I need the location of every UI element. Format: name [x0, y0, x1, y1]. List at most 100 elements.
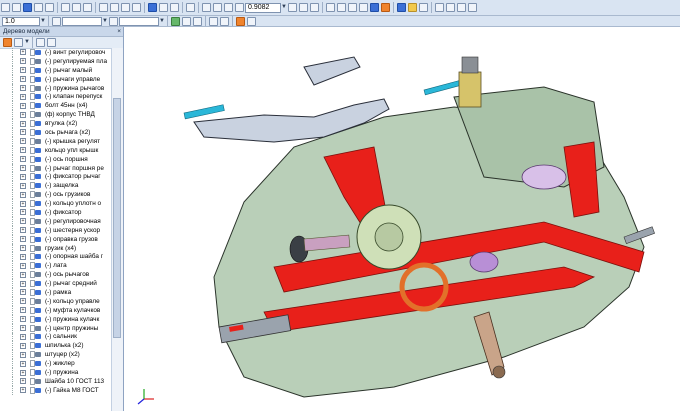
orientation-icon[interactable]: [310, 3, 319, 12]
print-icon[interactable]: [34, 3, 43, 12]
expand-icon[interactable]: +: [20, 289, 26, 296]
tree-item[interactable]: + (-) ось грузиков: [0, 190, 112, 200]
expand-icon[interactable]: +: [20, 49, 26, 56]
tree-item[interactable]: + (-) шестерня ускор: [0, 225, 112, 235]
library-icon[interactable]: [170, 3, 179, 12]
tree-item[interactable]: + (-) лата: [0, 261, 112, 271]
preview-icon[interactable]: [45, 3, 54, 12]
expand-icon[interactable]: +: [20, 342, 26, 349]
tree-item[interactable]: + (-) центр пружины: [0, 323, 112, 333]
tree-item[interactable]: + штуцер (x2): [0, 350, 112, 360]
expand-icon[interactable]: +: [20, 245, 26, 252]
expand-icon[interactable]: +: [20, 298, 26, 305]
tree-item[interactable]: + грузик (x4): [0, 243, 112, 253]
expand-icon[interactable]: +: [20, 333, 26, 340]
chevron-down-icon[interactable]: ▼: [102, 17, 108, 26]
chevron-down-icon[interactable]: ▼: [40, 17, 46, 26]
copy-icon[interactable]: [72, 3, 81, 12]
tree-item[interactable]: + (-) сальник: [0, 332, 112, 342]
expand-icon[interactable]: +: [20, 378, 26, 385]
expand-icon[interactable]: +: [20, 262, 26, 269]
tree-item[interactable]: + (-) кольцо управле: [0, 296, 112, 306]
zoom-fit-icon[interactable]: [235, 3, 244, 12]
expand-icon[interactable]: +: [20, 85, 26, 91]
tree-item[interactable]: + болт 45нн (x4): [0, 101, 112, 111]
tree-item[interactable]: + (-) пружина: [0, 368, 112, 377]
select-filter-icon[interactable]: [236, 16, 245, 26]
expand-icon[interactable]: +: [20, 129, 26, 136]
sketch-icon[interactable]: [182, 16, 191, 26]
edit-part-icon[interactable]: [171, 16, 180, 26]
zoom-in-icon[interactable]: [202, 3, 211, 12]
help-pointer-icon[interactable]: [186, 3, 195, 12]
expand-icon[interactable]: +: [20, 58, 26, 65]
expand-icon[interactable]: +: [20, 156, 26, 163]
tree-item[interactable]: + (-) оправка грузов: [0, 234, 112, 244]
expand-icon[interactable]: +: [20, 67, 26, 74]
close-icon[interactable]: ×: [117, 27, 123, 36]
tree-item[interactable]: + Шайба 10 ГОСТ 113: [0, 376, 112, 386]
cursor-icon[interactable]: [247, 16, 256, 26]
wireframe-icon[interactable]: [326, 3, 335, 12]
assembly-model[interactable]: [124, 27, 680, 411]
expand-icon[interactable]: +: [20, 191, 26, 198]
hidden-lines-icon[interactable]: [337, 3, 346, 12]
show-all-icon[interactable]: [209, 16, 218, 26]
expand-icon[interactable]: +: [20, 120, 26, 127]
expand-icon[interactable]: +: [20, 138, 26, 145]
tree-item[interactable]: + (-) пружина рычагов: [0, 83, 112, 93]
tree-item[interactable]: + (-) регулируемая пла: [0, 56, 112, 66]
tree-item[interactable]: + (-) рамка: [0, 288, 112, 297]
measure-icon[interactable]: [446, 3, 455, 12]
document-icon[interactable]: [36, 38, 45, 47]
tree-icon[interactable]: [457, 3, 466, 12]
tree-item[interactable]: + (-) опорная шайба г: [0, 252, 112, 262]
angle-field[interactable]: [62, 16, 102, 26]
perspective-icon[interactable]: [397, 3, 406, 12]
zoom-scale-field[interactable]: 0.9082: [245, 2, 281, 13]
tree-view-icon[interactable]: [14, 38, 23, 47]
no-hidden-icon[interactable]: [359, 3, 368, 12]
tree-item[interactable]: + (-) пружина кулачк: [0, 314, 112, 324]
tree-item[interactable]: + (-) винт регулировоч: [0, 48, 112, 57]
zoom-out-icon[interactable]: [213, 3, 222, 12]
tree-item[interactable]: + (-) рычаг поршня ре: [0, 163, 112, 173]
settings-icon[interactable]: [468, 3, 477, 12]
expand-icon[interactable]: +: [20, 307, 26, 314]
tree-item[interactable]: + (-) рычаг малый: [0, 65, 112, 75]
expand-icon[interactable]: +: [20, 209, 26, 216]
3d-viewport[interactable]: [124, 27, 680, 411]
tree-item[interactable]: + (-) фиксатор: [0, 208, 112, 217]
tree-item[interactable]: + ось рычага (x2): [0, 128, 112, 137]
chevron-down-icon[interactable]: ▼: [159, 17, 165, 26]
filter-icon[interactable]: [419, 3, 428, 12]
expand-icon[interactable]: +: [20, 200, 26, 207]
expand-icon[interactable]: +: [20, 182, 26, 189]
redo-icon[interactable]: [110, 3, 119, 12]
section-icon[interactable]: [408, 3, 417, 12]
rebuild-icon[interactable]: [148, 3, 157, 12]
chevron-down-icon[interactable]: ▼: [281, 3, 287, 12]
save-icon[interactable]: [23, 3, 32, 12]
hide-icon[interactable]: [220, 16, 229, 26]
expand-icon[interactable]: +: [20, 316, 26, 323]
expand-icon[interactable]: +: [20, 236, 26, 243]
expand-icon[interactable]: +: [20, 111, 26, 118]
angle-icon[interactable]: [52, 16, 61, 26]
tree-item[interactable]: + втулка (x2): [0, 119, 112, 129]
expand-icon[interactable]: +: [20, 165, 26, 172]
cursor-icon[interactable]: [3, 38, 12, 47]
structure-icon[interactable]: [47, 38, 56, 47]
expand-icon[interactable]: +: [20, 271, 26, 278]
variables-icon[interactable]: [132, 3, 141, 12]
expand-icon[interactable]: +: [20, 76, 26, 83]
shaded-edges-icon[interactable]: [381, 3, 390, 12]
tree-item[interactable]: + шпилька (x2): [0, 341, 112, 351]
expand-icon[interactable]: +: [20, 218, 26, 225]
expand-icon[interactable]: +: [20, 387, 26, 394]
tree-item[interactable]: + (-) крышка регулят: [0, 136, 112, 146]
tree-item[interactable]: + кольцо упл крышк: [0, 145, 112, 155]
snap-icon[interactable]: [435, 3, 444, 12]
tree-item[interactable]: + (-) муфта кулачков: [0, 305, 112, 315]
expand-icon[interactable]: +: [20, 369, 26, 376]
